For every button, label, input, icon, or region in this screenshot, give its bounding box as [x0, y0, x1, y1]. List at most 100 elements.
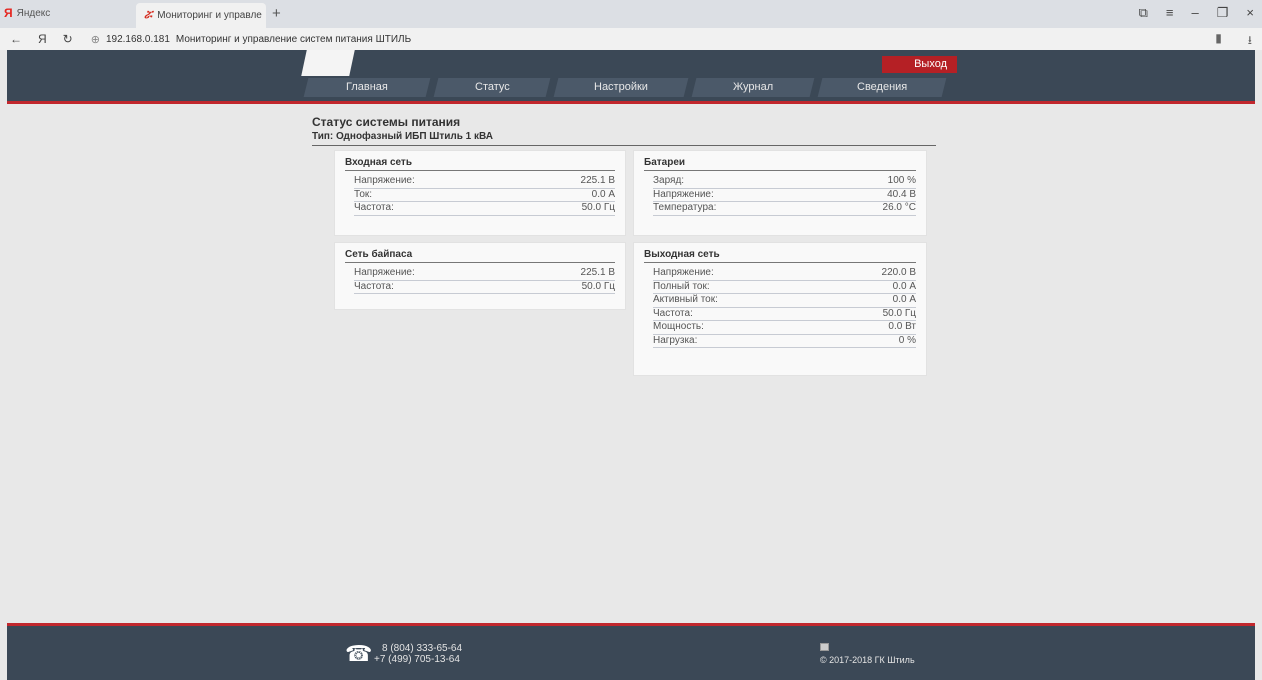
table-row: Частота: 50.0 Гц — [354, 202, 615, 216]
restore-icon[interactable]: ❐ — [1217, 5, 1229, 21]
row-value: 50.0 Гц — [882, 307, 916, 319]
row-value: 0.0 А — [591, 188, 615, 200]
menu-item-settings-label: Настройки — [594, 81, 648, 93]
panel-input-title: Входная сеть — [345, 157, 615, 171]
site-header: Выход Главная Статус Настройки Журнал Св… — [7, 50, 1255, 104]
panel-output: Выходная сеть Напряжение: 220.0 В Полный … — [633, 242, 927, 376]
menu-item-main[interactable]: Главная — [303, 78, 431, 97]
page-title: Статус системы питания — [312, 115, 461, 129]
menu-item-journal[interactable]: Журнал — [691, 78, 815, 97]
phone-icon: ☎ — [345, 641, 373, 666]
table-row: Активный ток: 0.0 А — [653, 294, 916, 308]
exit-button[interactable]: Выход — [882, 56, 957, 73]
row-label: Частота: — [354, 280, 394, 292]
panel-bypass-title: Сеть байпаса — [345, 249, 615, 263]
yandex-icon: Я — [4, 6, 13, 20]
row-value: 0 % — [898, 334, 916, 346]
browser-tab-bar: Я Яндекс ሯ Мониторинг и управле ✕ + ⧉ ≡ … — [0, 0, 1262, 28]
menu-item-status-label: Статус — [474, 81, 510, 93]
row-value: 0.0 Вт — [888, 321, 916, 332]
table-row: Напряжение: 40.4 В — [653, 188, 916, 202]
tab-monitoring-label: Мониторинг и управле — [157, 10, 262, 21]
row-label: Нагрузка: — [653, 334, 698, 346]
panel-output-rows: Напряжение: 220.0 В Полный ток: 0.0 А Акти… — [653, 267, 916, 348]
menu-item-main-label: Главная — [346, 81, 388, 93]
logo-box — [301, 50, 355, 76]
row-label: Полный ток: — [653, 280, 710, 292]
back-arrow-icon[interactable]: ← — [10, 32, 22, 46]
row-value: 100 % — [887, 175, 916, 186]
row-label: Напряжение: — [653, 188, 714, 200]
menu-item-settings[interactable]: Настройки — [553, 78, 689, 97]
panel-input-rows: Напряжение: 225.1 В Ток: 0.0 А Частота: 50.… — [354, 175, 615, 216]
phone-number-2: +7 (499) 705-13-64 — [374, 654, 460, 665]
row-value: 0.0 А — [892, 280, 916, 292]
address-bar: ← Я ↻ ⊕ 192.168.0.181 Мониторинг и управ… — [0, 28, 1262, 50]
row-label: Частота: — [354, 202, 394, 213]
row-label: Температура: — [653, 202, 717, 213]
panel-bypass-rows: Напряжение: 225.1 В Частота: 50.0 Гц — [354, 267, 615, 294]
tabs-icon[interactable]: ⧉ — [1139, 5, 1148, 21]
new-tab-button[interactable]: + — [272, 5, 281, 22]
bookmark-icon[interactable]: ▮ — [1215, 31, 1222, 52]
tab-yandex[interactable]: Я Яндекс — [4, 6, 50, 20]
device-type: Тип: Однофазный ИБП Штиль 1 кВА — [312, 131, 493, 142]
address-bar-actions: ▮ ⭳ — [1215, 31, 1252, 52]
menu-item-journal-label: Журнал — [732, 81, 774, 93]
table-row: Напряжение: 225.1 В — [354, 175, 615, 189]
phone-number-1: 8 (804) 333-65-64 — [382, 643, 463, 654]
row-label: Ток: — [354, 188, 373, 200]
table-row: Ток: 0.0 А — [354, 188, 615, 202]
row-value: 50.0 Гц — [581, 202, 615, 213]
table-row: Мощность: 0.0 Вт — [653, 321, 916, 335]
row-value: 225.1 В — [580, 175, 615, 186]
table-row: Нагрузка: 0 % — [653, 334, 916, 348]
nav-buttons: ← Я ↻ — [10, 32, 73, 46]
tab-yandex-label: Яндекс — [16, 7, 51, 19]
panel-bypass: Сеть байпаса Напряжение: 225.1 В Частота:… — [334, 242, 626, 310]
row-label: Частота: — [653, 307, 693, 319]
row-value: 40.4 В — [887, 188, 916, 200]
row-label: Заряд: — [653, 175, 685, 186]
row-label: Напряжение: — [653, 267, 714, 278]
main-menu: Главная Статус Настройки Журнал Сведения — [303, 78, 952, 97]
copyright: © 2017-2018 ГК Штиль — [820, 655, 915, 665]
row-value: 220.0 В — [881, 267, 916, 278]
site-footer: ☎ 8 (804) 333-65-64 +7 (499) 705-13-64 ©… — [7, 623, 1255, 680]
close-window-icon[interactable]: × — [1246, 5, 1254, 21]
url-text[interactable]: 192.168.0.181 — [106, 34, 170, 45]
panel-batteries: Батареи Заряд: 100 % Напряжение: 40.4 В Те… — [633, 150, 927, 236]
reload-icon[interactable]: ↻ — [63, 32, 73, 46]
download-icon[interactable]: ⭳ — [1248, 31, 1252, 52]
menu-icon[interactable]: ≡ — [1166, 5, 1174, 21]
row-label: Напряжение: — [354, 175, 415, 186]
table-row: Частота: 50.0 Гц — [653, 307, 916, 321]
row-value: 225.1 В — [580, 267, 615, 278]
broken-image-icon — [820, 643, 829, 651]
menu-item-info[interactable]: Сведения — [817, 78, 947, 97]
title-divider — [312, 145, 936, 146]
shtil-favicon-icon: ሯ — [144, 9, 153, 21]
table-row: Температура: 26.0 °C — [653, 202, 916, 216]
window-controls: ⧉ ≡ – ❐ × — [1139, 5, 1254, 21]
row-label: Активный ток: — [653, 294, 718, 305]
minimize-icon[interactable]: – — [1192, 5, 1199, 21]
menu-item-status[interactable]: Статус — [433, 78, 551, 97]
menu-item-info-label: Сведения — [856, 81, 908, 93]
yandex-home-icon[interactable]: Я — [38, 32, 47, 46]
panel-input: Входная сеть Напряжение: 225.1 В Ток: 0.0 … — [334, 150, 626, 236]
page-title-text[interactable]: Мониторинг и управление систем питания Ш… — [176, 34, 411, 45]
row-value: 0.0 А — [892, 294, 916, 305]
panel-batteries-rows: Заряд: 100 % Напряжение: 40.4 В Температур… — [653, 175, 916, 216]
table-row: Напряжение: 225.1 В — [354, 267, 615, 281]
tab-monitoring[interactable]: ሯ Мониторинг и управле ✕ — [136, 3, 266, 28]
row-value: 26.0 °C — [882, 202, 916, 213]
table-row: Полный ток: 0.0 А — [653, 280, 916, 294]
table-row: Напряжение: 220.0 В — [653, 267, 916, 281]
row-label: Мощность: — [653, 321, 704, 332]
site-info-icon[interactable]: ⊕ — [91, 33, 100, 46]
table-row: Заряд: 100 % — [653, 175, 916, 189]
row-label: Напряжение: — [354, 267, 415, 278]
panel-output-title: Выходная сеть — [644, 249, 916, 263]
panel-batteries-title: Батареи — [644, 157, 916, 171]
